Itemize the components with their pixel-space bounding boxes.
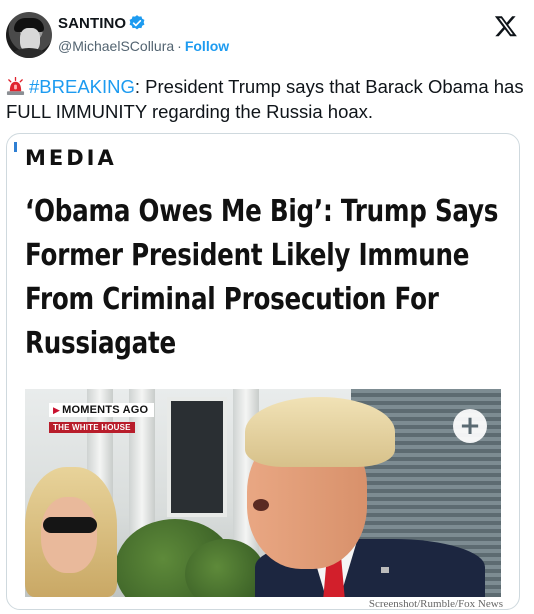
tweet-text: #BREAKING: President Trump says that Bar…: [6, 74, 526, 124]
chyron-top-text: MOMENTS AGO: [62, 404, 149, 416]
link-card[interactable]: MEDIA ‘Obama Owes Me Big’: Trump Says Fo…: [6, 133, 520, 610]
article-photo[interactable]: ▶ MOMENTS AGO THE WHITE HOUSE +: [25, 389, 501, 597]
person-right-hair: [245, 397, 395, 467]
photo-credit: Screenshot/Rumble/Fox News: [368, 598, 503, 610]
lapel-pin: [381, 567, 389, 573]
person-left-face: [41, 497, 97, 573]
separator-dot: ·: [177, 38, 182, 54]
chyron-moments-ago: ▶ MOMENTS AGO: [49, 403, 155, 417]
article-headline[interactable]: ‘Obama Owes Me Big’: Trump Says Former P…: [25, 190, 505, 366]
verified-badge-icon: [129, 15, 145, 30]
chyron-location: THE WHITE HOUSE: [49, 422, 135, 433]
police-siren-icon: [6, 77, 25, 96]
hashtag-link[interactable]: #BREAKING: [29, 76, 135, 97]
avatar-shirt: [10, 48, 48, 58]
person-right-mouth: [253, 499, 269, 511]
play-triangle-icon: ▶: [53, 405, 61, 415]
tweet-header: SANTINO @MichaelSCollura · Follow: [0, 0, 534, 70]
window: [167, 397, 227, 517]
display-name[interactable]: SANTINO: [58, 15, 126, 32]
person-right: [225, 389, 485, 597]
person-left: [25, 467, 117, 597]
card-accent-mark: [14, 142, 17, 152]
plus-icon: +: [459, 411, 481, 441]
x-logo-icon[interactable]: [494, 14, 518, 38]
follow-button[interactable]: Follow: [185, 38, 229, 54]
tv-chyron: ▶ MOMENTS AGO THE WHITE HOUSE: [49, 403, 155, 435]
section-label: MEDIA: [25, 146, 117, 170]
user-handle[interactable]: @MichaelSCollura: [58, 38, 174, 54]
avatar[interactable]: [6, 12, 52, 58]
sunglasses: [43, 517, 97, 533]
expand-media-button[interactable]: +: [453, 409, 487, 443]
handle-row: @MichaelSCollura · Follow: [58, 38, 229, 54]
